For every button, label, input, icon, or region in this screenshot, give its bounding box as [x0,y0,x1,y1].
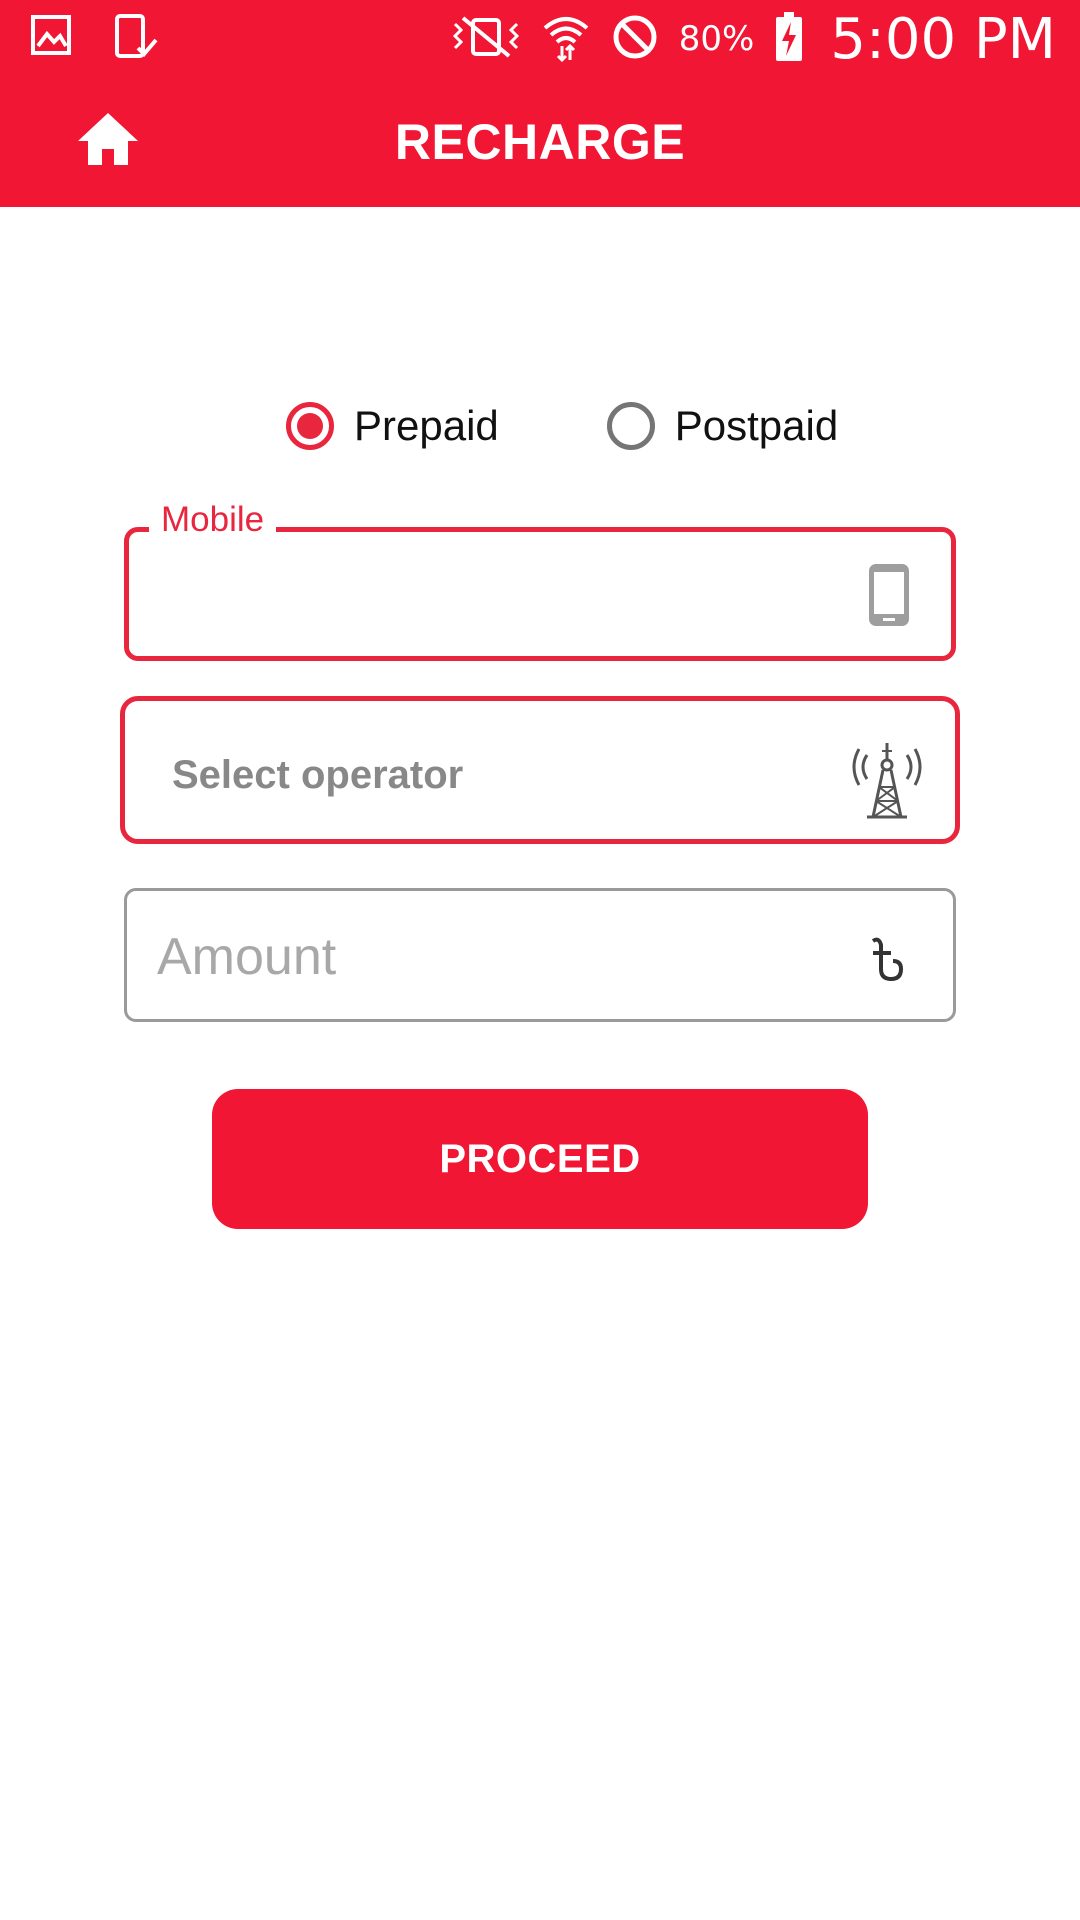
mobile-field[interactable]: Mobile [124,500,956,661]
amount-field[interactable]: Amount [124,888,956,1022]
radio-postpaid-label: Postpaid [674,402,839,449]
do-not-disturb-icon [611,13,659,66]
mobile-field-label: Mobile [149,500,277,540]
vibrate-icon [451,14,521,65]
amount-placeholder: Amount [157,928,337,986]
plan-type-radio-group: Prepaid Postpaid [286,402,838,450]
radio-selected-dot [297,413,323,439]
battery-percent: 80% [678,19,755,59]
radio-postpaid-circle[interactable] [606,402,655,450]
phone-check-icon [112,14,160,67]
radio-prepaid-circle[interactable] [286,402,334,450]
battery-charging-icon [774,11,804,67]
radio-postpaid[interactable]: Postpaid [606,402,839,450]
operator-select[interactable]: Select operator [120,696,960,844]
proceed-button[interactable]: PROCEED [212,1089,868,1229]
cell-tower-icon [849,741,925,819]
gallery-icon [30,14,72,67]
radio-prepaid[interactable]: Prepaid [286,402,499,450]
radio-prepaid-label: Prepaid [354,402,499,449]
status-right-icons: 80% 5:00 PM [451,6,1056,72]
status-bar: 80% 5:00 PM [0,0,1080,77]
wifi-icon [541,12,591,67]
status-left-icons [30,14,160,67]
operator-placeholder: Select operator [172,753,464,797]
mobile-phone-icon [867,562,911,628]
taka-currency-icon [869,935,905,983]
status-time: 5:00 PM [830,6,1056,72]
app-bar: RECHARGE [0,77,1080,207]
page-title: RECHARGE [394,114,686,170]
